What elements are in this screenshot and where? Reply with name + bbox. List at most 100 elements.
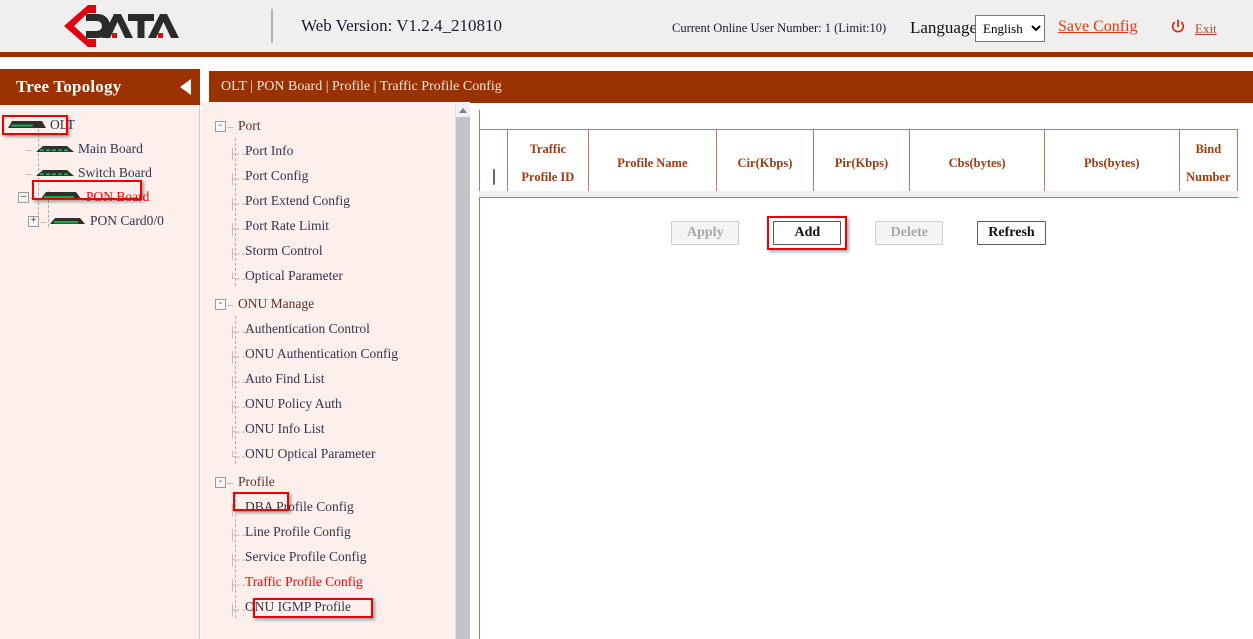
table-bottom-shade xyxy=(479,191,1238,197)
menu-tee-icon: ├--- xyxy=(229,199,251,211)
table-header-bind-number: Bind Number xyxy=(1179,130,1237,198)
tree-node-pon-card[interactable]: + – PON Card0/0 xyxy=(0,209,199,233)
app-header: Web Version: V1.2.4_210810 Current Onlin… xyxy=(0,0,1253,52)
tree-node-switch-board[interactable]: – Switch Board xyxy=(0,161,199,185)
table-header-pbs: Pbs(bytes) xyxy=(1044,130,1179,198)
menu-tee-icon: ├--- xyxy=(229,530,251,542)
tree-node-main-board[interactable]: – Main Board xyxy=(0,137,199,161)
delete-button-wrap: Delete xyxy=(875,221,943,245)
scrollbar-thumb[interactable] xyxy=(456,117,470,639)
tree-node-label: Main Board xyxy=(78,141,143,157)
apply-button-wrap: Apply xyxy=(671,221,739,245)
menu-expander-icon[interactable]: - xyxy=(215,477,226,488)
menu-item-onu-optical-parameter[interactable]: └---ONU Optical Parameter xyxy=(215,441,470,466)
tree-node-olt[interactable]: OLT xyxy=(0,113,199,137)
apply-button[interactable]: Apply xyxy=(671,221,739,245)
menu-tee-icon: └--- xyxy=(229,452,251,464)
menu-item-traffic-profile-config[interactable]: ├---Traffic Profile Config xyxy=(215,569,470,594)
exit-link[interactable]: Exit xyxy=(1195,21,1217,37)
menu-item-port-rate-limit[interactable]: ├---Port Rate Limit xyxy=(215,213,470,238)
device-board-icon xyxy=(34,166,76,180)
breadcrumb: OLT | PON Board | Profile | Traffic Prof… xyxy=(221,79,502,95)
add-button[interactable]: Add xyxy=(773,221,841,245)
menu-item-port-config[interactable]: ├---Port Config xyxy=(215,163,470,188)
menu-group-label: Profile xyxy=(238,474,275,490)
power-icon[interactable] xyxy=(1170,19,1186,35)
tree-node-label: OLT xyxy=(50,117,75,133)
table-header-row: Traffic Profile ID Profile Name Cir(Kbps… xyxy=(480,130,1238,198)
collapse-left-icon[interactable] xyxy=(180,79,191,95)
device-olt-icon xyxy=(6,118,48,132)
menu-dash: – xyxy=(227,475,233,490)
menu-item-port-info[interactable]: ├---Port Info xyxy=(215,138,470,163)
tree-expander-expand-icon[interactable]: + xyxy=(28,216,39,227)
menu-item-dba-profile-config[interactable]: ├---DBA Profile Config xyxy=(215,494,470,519)
menu-tee-icon: ├--- xyxy=(229,149,251,161)
menu-item-label: ONU Optical Parameter xyxy=(245,446,375,462)
menu-item-port-extend-config[interactable]: ├---Port Extend Config xyxy=(215,188,470,213)
menu-item-service-profile-config[interactable]: ├---Service Profile Config xyxy=(215,544,470,569)
tree-topology-title: Tree Topology xyxy=(16,77,121,97)
menu-expander-icon[interactable]: - xyxy=(215,121,226,132)
menu-item-label: Optical Parameter xyxy=(245,268,343,284)
menu-scrollbar[interactable] xyxy=(455,103,469,639)
menu-group-profile[interactable]: - – Profile xyxy=(215,470,470,494)
menu-item-label: Traffic Profile Config xyxy=(245,574,363,590)
menu-item-label: Line Profile Config xyxy=(245,524,351,540)
menu-tee-icon: ├--- xyxy=(229,402,251,414)
tree-expander-collapse-icon[interactable]: – xyxy=(18,192,29,203)
menu-group-onu-items: ├---Authentication Control ├---ONU Authe… xyxy=(215,316,470,466)
menu-item-label: DBA Profile Config xyxy=(245,499,354,515)
menu-item-onu-info-list[interactable]: ├---ONU Info List xyxy=(215,416,470,441)
tree-body: OLT – Main Board – xyxy=(0,105,199,233)
action-button-row: Apply Add Delete Refresh xyxy=(479,217,1238,249)
menu-group-label: ONU Manage xyxy=(238,296,314,312)
menu-item-storm-control[interactable]: ├---Storm Control xyxy=(215,238,470,263)
tree-dash: – xyxy=(40,214,46,229)
tree-dash: – xyxy=(26,166,32,181)
menu-tee-icon: ├--- xyxy=(229,377,251,389)
table-header-pir: Pir(Kbps) xyxy=(813,130,910,198)
tree-dash: – xyxy=(30,190,36,205)
menu-expander-icon[interactable]: - xyxy=(215,299,226,310)
header-rule-gap xyxy=(0,57,1253,69)
menu-item-onu-authentication-config[interactable]: ├---ONU Authentication Config xyxy=(215,341,470,366)
menu-item-optical-parameter[interactable]: └---Optical Parameter xyxy=(215,263,470,288)
menu-group-onu-manage[interactable]: - – ONU Manage xyxy=(215,292,470,316)
menu-tee-icon: ├--- xyxy=(229,224,251,236)
menu-group-port[interactable]: - – Port xyxy=(215,114,470,138)
select-all-checkbox[interactable] xyxy=(493,169,495,185)
menu-tee-icon: ├--- xyxy=(229,580,251,592)
table-header-profile-name: Profile Name xyxy=(588,130,717,198)
menu-tee-icon: ├--- xyxy=(229,427,251,439)
table-header-cir: Cir(Kbps) xyxy=(717,130,814,198)
menu-item-authentication-control[interactable]: ├---Authentication Control xyxy=(215,316,470,341)
refresh-button[interactable]: Refresh xyxy=(977,221,1045,245)
save-config-link[interactable]: Save Config xyxy=(1058,18,1138,36)
menu-item-label: Storm Control xyxy=(245,243,323,259)
menu-item-line-profile-config[interactable]: ├---Line Profile Config xyxy=(215,519,470,544)
table-header-cbs: Cbs(bytes) xyxy=(910,130,1045,198)
table-header-checkbox-cell xyxy=(480,130,508,198)
menu-tee-icon: ├--- xyxy=(229,327,251,339)
tree-node-pon-board[interactable]: – – PON Board xyxy=(0,185,199,209)
navigation-menu-panel: - – Port ├---Port Info ├---Port Config ├… xyxy=(201,102,470,639)
language-select[interactable]: English xyxy=(975,15,1045,42)
scroll-up-arrow-icon[interactable] xyxy=(456,103,470,117)
menu-item-label: ONU Info List xyxy=(245,421,325,437)
menu-tee-icon: └--- xyxy=(229,274,251,286)
brand-logo xyxy=(0,0,215,52)
menu-dash: – xyxy=(227,119,233,134)
menu-group-profile-items: ├---DBA Profile Config ├---Line Profile … xyxy=(215,494,470,619)
menu-tee-icon: ├--- xyxy=(229,555,251,567)
menu-group-port-items: ├---Port Info ├---Port Config ├---Port E… xyxy=(215,138,470,288)
menu-item-onu-igmp-profile[interactable]: ├---ONU IGMP Profile xyxy=(215,594,470,619)
menu-item-label: Port Extend Config xyxy=(245,193,350,209)
menu-tee-icon: ├--- xyxy=(229,174,251,186)
menu-item-onu-policy-auth[interactable]: ├---ONU Policy Auth xyxy=(215,391,470,416)
refresh-button-wrap: Refresh xyxy=(977,221,1045,245)
menu-item-auto-find-list[interactable]: ├---Auto Find List xyxy=(215,366,470,391)
add-button-wrap: Add xyxy=(773,221,841,245)
delete-button[interactable]: Delete xyxy=(875,221,943,245)
app-root: Web Version: V1.2.4_210810 Current Onlin… xyxy=(0,0,1253,639)
